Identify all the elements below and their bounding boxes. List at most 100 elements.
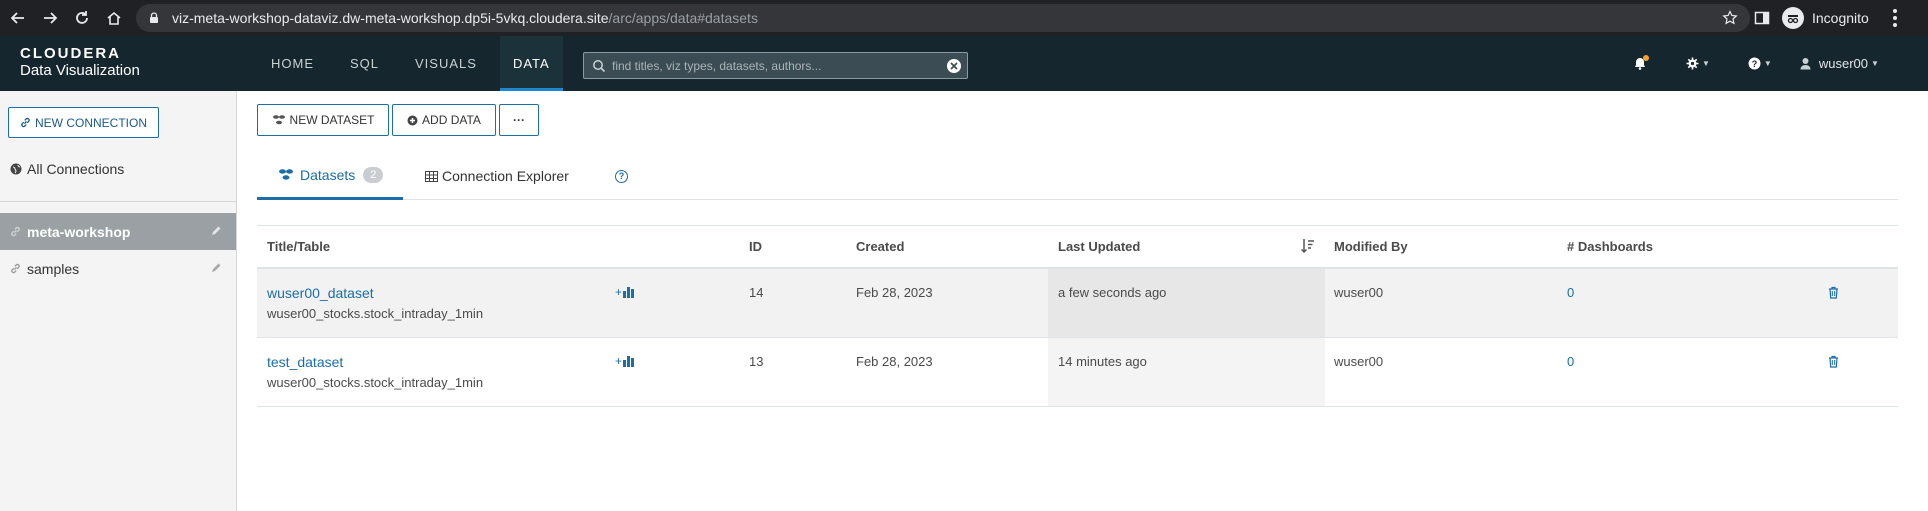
new-dataset-label: NEW DATASET — [289, 113, 375, 127]
clear-search-icon[interactable] — [947, 58, 961, 73]
add-data-label: ADD DATA — [422, 113, 481, 127]
dataset-created: Feb 28, 2023 — [856, 354, 933, 369]
sidebar-divider — [0, 201, 236, 202]
data-tabs: Datasets 2 Connection Explorer ? — [257, 152, 1898, 200]
help-icon[interactable]: ? ▼ — [1748, 57, 1772, 70]
all-connections-label: All Connections — [27, 161, 125, 177]
more-actions-button[interactable]: ··· — [499, 104, 539, 136]
dataset-source-table: wuser00_stocks.stock_intraday_1min — [267, 306, 484, 321]
svg-text:?: ? — [1752, 59, 1758, 69]
plus-circle-icon — [407, 115, 418, 125]
new-connection-button[interactable]: NEW CONNECTION — [8, 107, 159, 138]
col-last-updated[interactable]: Last Updated — [1058, 239, 1140, 254]
dataset-source-table: wuser00_stocks.stock_intraday_1min — [267, 375, 484, 390]
sidebar-item-meta-workshop[interactable]: meta-workshop — [0, 213, 236, 250]
incognito-indicator[interactable]: Incognito — [1782, 7, 1869, 29]
table-row: test_dataset wuser00_stocks.stock_intrad… — [257, 338, 1898, 407]
chevron-down-icon: ▼ — [1870, 59, 1879, 68]
connections-sidebar: NEW CONNECTION All Connections meta-work… — [0, 91, 237, 511]
incognito-label: Incognito — [1812, 10, 1869, 26]
dataset-id: 13 — [749, 354, 764, 369]
col-title-table[interactable]: Title/Table — [267, 239, 330, 254]
dataset-created: Feb 28, 2023 — [856, 285, 933, 300]
user-menu[interactable]: wuser00 ▼ — [1800, 56, 1879, 71]
global-search — [583, 52, 968, 79]
url-path: /arc/apps/data#datasets — [608, 10, 758, 26]
back-arrow-icon[interactable] — [4, 4, 32, 32]
pencil-icon[interactable] — [210, 225, 222, 237]
incognito-icon — [1782, 7, 1804, 29]
dataset-last-updated: a few seconds ago — [1058, 285, 1167, 300]
col-dashboards[interactable]: # Dashboards — [1567, 239, 1653, 254]
nav-home[interactable]: HOME — [258, 36, 327, 91]
browser-toolbar: viz-meta-workshop-dataviz.dw-meta-worksh… — [0, 0, 1928, 36]
col-created[interactable]: Created — [856, 239, 904, 254]
lock-icon — [150, 12, 158, 23]
search-icon — [593, 59, 606, 72]
new-visual-icon[interactable]: + — [615, 285, 635, 299]
dataset-title-link[interactable]: test_dataset — [267, 354, 343, 370]
browser-menu-icon[interactable] — [1892, 9, 1898, 27]
datasets-icon — [272, 115, 285, 125]
tab-connection-explorer[interactable]: Connection Explorer — [425, 152, 569, 200]
tab-connection-explorer-label: Connection Explorer — [442, 168, 569, 184]
address-bar[interactable]: viz-meta-workshop-dataviz.dw-meta-worksh… — [136, 4, 1750, 32]
forward-arrow-icon[interactable] — [36, 4, 64, 32]
sorted-column-cell — [1048, 338, 1325, 406]
settings-gear-icon[interactable]: ▼ — [1686, 57, 1710, 70]
notifications-bell-icon[interactable] — [1634, 55, 1649, 70]
user-name: wuser00 — [1818, 56, 1868, 71]
new-visual-icon[interactable]: + — [615, 354, 635, 368]
app-header: CLOUDERA Data Visualization HOME SQL VIS… — [0, 36, 1928, 91]
app-logo[interactable]: CLOUDERA Data Visualization — [20, 45, 140, 79]
link-icon — [11, 226, 20, 237]
table-icon — [425, 170, 438, 182]
logo-brand: CLOUDERA — [20, 45, 121, 62]
link-icon — [21, 117, 30, 128]
datasets-help-icon[interactable]: ? — [615, 152, 628, 200]
nav-sql[interactable]: SQL — [337, 36, 392, 91]
connection-label: samples — [27, 260, 80, 277]
home-icon[interactable] — [100, 4, 128, 32]
dataset-modified-by: wuser00 — [1334, 285, 1384, 300]
help-circle-icon: ? — [615, 169, 628, 183]
col-id[interactable]: ID — [749, 239, 762, 254]
pencil-icon[interactable] — [210, 262, 222, 274]
more-label: ··· — [513, 113, 525, 127]
reload-icon[interactable] — [68, 4, 96, 32]
all-connections-link[interactable]: All Connections — [10, 161, 124, 177]
add-data-button[interactable]: ADD DATA — [392, 104, 496, 136]
chevron-down-icon: ▼ — [1763, 59, 1772, 68]
link-icon — [11, 263, 20, 274]
tab-datasets[interactable]: Datasets 2 — [257, 152, 403, 200]
dataset-toolbar: NEW DATASET ADD DATA ··· — [257, 104, 542, 136]
dataset-dashboards-count[interactable]: 0 — [1567, 354, 1574, 369]
datasets-table: Title/Table ID Created Last Updated Modi… — [257, 225, 1898, 407]
dataset-last-updated: 14 minutes ago — [1058, 354, 1147, 369]
sort-descending-icon[interactable] — [1301, 238, 1315, 254]
new-dataset-button[interactable]: NEW DATASET — [257, 104, 389, 136]
col-modified-by[interactable]: Modified By — [1334, 239, 1408, 254]
notification-dot — [1643, 55, 1649, 61]
nav-visuals[interactable]: VISUALS — [402, 36, 490, 91]
bookmark-star-icon[interactable] — [1722, 10, 1738, 26]
logo-product: Data Visualization — [20, 62, 140, 79]
nav-data[interactable]: DATA — [499, 36, 563, 91]
globe-icon — [10, 163, 22, 175]
dataset-dashboards-count[interactable]: 0 — [1567, 285, 1574, 300]
dataset-title-link[interactable]: wuser00_dataset — [267, 285, 374, 301]
trash-icon[interactable] — [1828, 286, 1839, 299]
datasets-count-badge: 2 — [363, 166, 384, 183]
table-header: Title/Table ID Created Last Updated Modi… — [257, 225, 1898, 269]
sidebar-item-samples[interactable]: samples — [0, 250, 236, 287]
dataset-modified-by: wuser00 — [1334, 354, 1384, 369]
table-row: wuser00_dataset wuser00_stocks.stock_int… — [257, 269, 1898, 338]
url-host: viz-meta-workshop-dataviz.dw-meta-worksh… — [172, 10, 609, 26]
search-input[interactable] — [612, 58, 947, 73]
sorted-column-cell — [1048, 269, 1325, 337]
side-panel-icon[interactable] — [1754, 10, 1770, 26]
new-connection-label: NEW CONNECTION — [35, 115, 147, 130]
dataset-id: 14 — [749, 285, 764, 300]
trash-icon[interactable] — [1828, 355, 1839, 368]
tab-datasets-label: Datasets — [300, 166, 356, 183]
